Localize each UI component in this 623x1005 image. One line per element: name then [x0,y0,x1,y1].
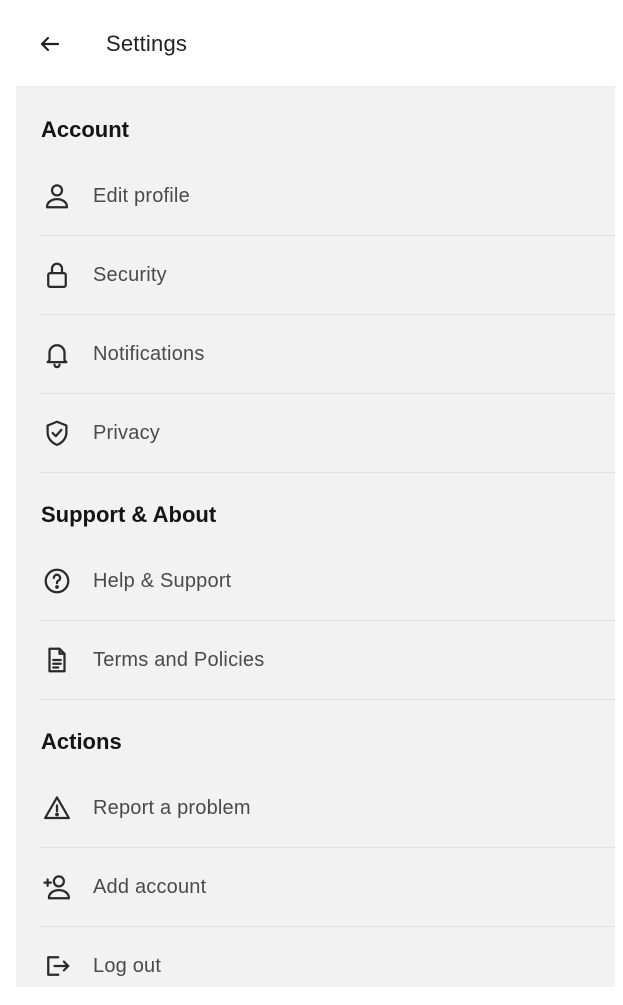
section-title-account: Account [41,117,129,142]
document-icon [40,643,74,677]
settings-item-label: Terms and Policies [93,648,265,671]
settings-item-label: Report a problem [93,796,251,819]
settings-item-label: Edit profile [93,184,190,207]
settings-item-label: Add account [93,875,207,898]
settings-item-log-out[interactable]: Log out [40,927,615,1005]
warning-icon [40,791,74,825]
section-title-support: Support & About [41,502,217,527]
logout-icon [40,949,74,983]
question-circle-icon [40,564,74,598]
user-icon [40,179,74,213]
settings-item-add-account[interactable]: Add account [40,848,615,927]
user-plus-icon [40,870,74,904]
settings-item-privacy[interactable]: Privacy [40,394,615,473]
settings-item-label: Privacy [93,421,160,444]
settings-item-label: Log out [93,954,162,977]
settings-item-help-support[interactable]: Help & Support [40,542,615,621]
bell-icon [40,337,74,371]
settings-item-report-problem[interactable]: Report a problem [40,769,615,848]
settings-item-edit-profile[interactable]: Edit profile [40,157,615,236]
settings-item-notifications[interactable]: Notifications [40,315,615,394]
settings-item-security[interactable]: Security [40,236,615,315]
arrow-left-icon [40,36,60,52]
settings-item-label: Help & Support [93,569,232,592]
settings-item-terms-policies[interactable]: Terms and Policies [40,621,615,700]
settings-panel: Account Edit profile Security Notificati… [16,87,615,987]
settings-item-label: Notifications [93,342,205,365]
settings-item-label: Security [93,263,167,286]
section-title-actions: Actions [41,729,122,754]
page-title: Settings [106,31,188,56]
top-app-bar: Settings [16,0,615,87]
back-button[interactable] [36,30,64,58]
shield-check-icon [40,416,74,450]
lock-icon [40,258,74,292]
